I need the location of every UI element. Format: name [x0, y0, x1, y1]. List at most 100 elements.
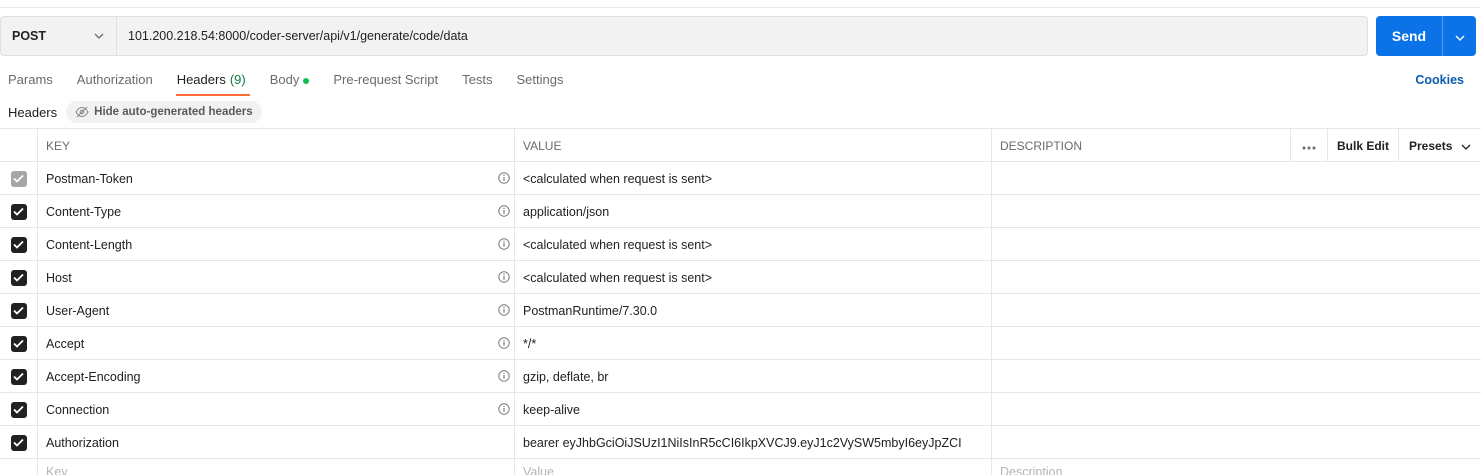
- row-checkbox[interactable]: [10, 236, 27, 253]
- header-value: PostmanRuntime/7.30.0: [523, 303, 658, 318]
- info-icon[interactable]: [498, 172, 510, 184]
- tab-body[interactable]: Body: [270, 70, 310, 96]
- header-key-cell[interactable]: Accept-Encoding: [38, 360, 515, 393]
- bulk-edit-button[interactable]: Bulk Edit: [1328, 129, 1399, 162]
- row-check-cell: [0, 228, 38, 261]
- header-check-column: [0, 129, 38, 162]
- table-row: Accept-Encoding gzip, deflate, br: [0, 359, 1481, 393]
- cookies-link[interactable]: Cookies: [1415, 73, 1464, 87]
- header-key-cell[interactable]: Accept: [38, 327, 515, 360]
- header-value: bearer eyJhbGciOiJSUzI1NiIsInR5cCI6IkpXV…: [523, 435, 962, 450]
- header-value-cell[interactable]: <calculated when request is sent>: [515, 228, 992, 261]
- tab-pre-request-script[interactable]: Pre-request Script: [333, 70, 438, 96]
- column-value: VALUE: [515, 129, 992, 162]
- send-button-group: Send: [1376, 16, 1476, 56]
- request-bar: POST 101.200.218.54:8000/coder-server/ap…: [0, 16, 1368, 56]
- info-icon[interactable]: [498, 271, 510, 283]
- header-value-cell[interactable]: <calculated when request is sent>: [515, 162, 992, 195]
- hide-auto-generated-label: Hide auto-generated headers: [94, 106, 253, 118]
- header-value-cell[interactable]: PostmanRuntime/7.30.0: [515, 294, 992, 327]
- tab-headers[interactable]: Headers (9): [175, 70, 250, 96]
- header-description-cell[interactable]: [992, 426, 1481, 459]
- tab-authorization[interactable]: Authorization: [77, 70, 153, 96]
- header-description-cell[interactable]: [992, 261, 1481, 294]
- top-divider: [0, 7, 1481, 8]
- key-input[interactable]: Key: [38, 459, 515, 475]
- table-row: Connection keep-alive: [0, 392, 1481, 426]
- header-value: */*: [523, 336, 537, 351]
- row-checkbox[interactable]: [10, 434, 27, 451]
- header-description-cell[interactable]: [992, 162, 1481, 195]
- more-horizontal-icon: [1302, 139, 1316, 153]
- header-value-cell[interactable]: */*: [515, 327, 992, 360]
- table-row: Postman-Token <calculated when request is…: [0, 161, 1481, 195]
- header-description-cell[interactable]: [992, 393, 1481, 426]
- table-row: Content-Length <calculated when request i…: [0, 227, 1481, 261]
- header-description-cell[interactable]: [992, 294, 1481, 327]
- table-row: Host <calculated when request is sent>: [0, 260, 1481, 294]
- chevron-down-icon: [1455, 29, 1465, 44]
- tab-params[interactable]: Params: [8, 70, 53, 96]
- send-button[interactable]: Send: [1376, 28, 1442, 44]
- row-checkbox[interactable]: [10, 203, 27, 220]
- info-icon[interactable]: [498, 403, 510, 415]
- checkmark-icon: [13, 405, 24, 414]
- table-row: Accept */*: [0, 326, 1481, 360]
- checkmark-icon: [13, 273, 24, 282]
- tab-label: Settings: [516, 72, 564, 87]
- row-checkbox[interactable]: [10, 269, 27, 286]
- header-value-cell[interactable]: keep-alive: [515, 393, 992, 426]
- info-icon[interactable]: [498, 238, 510, 250]
- row-checkbox[interactable]: [10, 335, 27, 352]
- row-checkbox[interactable]: [10, 368, 27, 385]
- checkmark-icon: [13, 339, 24, 348]
- tab-tests[interactable]: Tests: [462, 70, 492, 96]
- header-description-cell[interactable]: [992, 360, 1481, 393]
- header-value-cell[interactable]: <calculated when request is sent>: [515, 261, 992, 294]
- header-key-cell[interactable]: Content-Type: [38, 195, 515, 228]
- header-description-cell[interactable]: [992, 327, 1481, 360]
- info-icon[interactable]: [498, 304, 510, 316]
- header-key-cell[interactable]: Postman-Token: [38, 162, 515, 195]
- header-key-cell[interactable]: Host: [38, 261, 515, 294]
- header-value-cell[interactable]: bearer eyJhbGciOiJSUzI1NiIsInR5cCI6IkpXV…: [515, 426, 992, 459]
- header-key: Connection: [46, 402, 110, 417]
- table-row-empty: Key Value Description: [0, 458, 1481, 475]
- row-checkbox[interactable]: [10, 302, 27, 319]
- header-value: <calculated when request is sent>: [523, 270, 713, 285]
- description-input[interactable]: Description: [992, 459, 1481, 475]
- row-checkbox[interactable]: [10, 401, 27, 418]
- checkmark-icon: [13, 438, 24, 447]
- headers-subheader: Headers Hide auto-generated headers: [8, 101, 262, 123]
- send-options-button[interactable]: [1443, 16, 1476, 56]
- header-key-cell[interactable]: Content-Length: [38, 228, 515, 261]
- headers-table: KEY VALUE DESCRIPTION Bulk Edit Presets …: [0, 128, 1481, 475]
- info-icon[interactable]: [498, 370, 510, 382]
- header-value-cell[interactable]: gzip, deflate, br: [515, 360, 992, 393]
- hide-auto-generated-button[interactable]: Hide auto-generated headers: [66, 101, 262, 123]
- headers-title: Headers: [8, 104, 58, 120]
- header-value: keep-alive: [523, 402, 580, 417]
- header-description-cell[interactable]: [992, 228, 1481, 261]
- table-row: User-Agent PostmanRuntime/7.30.0: [0, 293, 1481, 327]
- header-key-cell[interactable]: Authorization: [38, 426, 515, 459]
- more-options-button[interactable]: [1291, 129, 1328, 162]
- info-icon[interactable]: [498, 337, 510, 349]
- checkmark-icon: [13, 372, 24, 381]
- method-select[interactable]: POST: [1, 17, 117, 55]
- row-check-cell: [0, 360, 38, 393]
- header-key: Content-Type: [46, 204, 122, 219]
- row-check-cell: [0, 195, 38, 228]
- info-icon[interactable]: [498, 205, 510, 217]
- header-description-cell[interactable]: [992, 195, 1481, 228]
- tab-label: Pre-request Script: [333, 72, 439, 87]
- url-input[interactable]: 101.200.218.54:8000/coder-server/api/v1/…: [117, 29, 1367, 43]
- header-key: User-Agent: [46, 303, 110, 318]
- tab-settings[interactable]: Settings: [516, 70, 563, 96]
- header-key-cell[interactable]: User-Agent: [38, 294, 515, 327]
- presets-dropdown[interactable]: Presets: [1399, 129, 1481, 162]
- header-value: <calculated when request is sent>: [523, 171, 713, 186]
- value-input[interactable]: Value: [515, 459, 992, 475]
- header-value-cell[interactable]: application/json: [515, 195, 992, 228]
- header-key-cell[interactable]: Connection: [38, 393, 515, 426]
